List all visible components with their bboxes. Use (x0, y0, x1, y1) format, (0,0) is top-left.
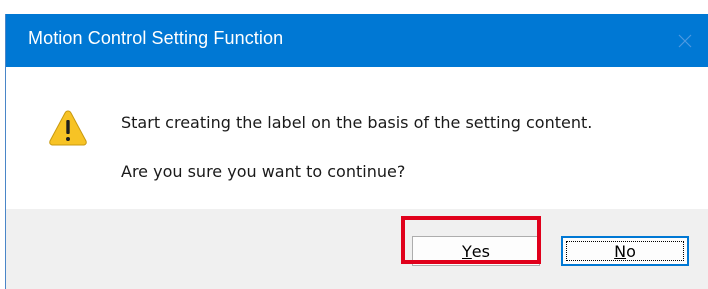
close-icon (678, 34, 692, 47)
focus-rectangle (566, 241, 684, 261)
message-line-1: Start creating the label on the basis of… (121, 113, 593, 132)
button-bar: Yes No (6, 209, 708, 289)
yes-button-mnemonic: Y (462, 241, 472, 261)
warning-icon (49, 110, 87, 146)
dialog-title: Motion Control Setting Function (28, 28, 284, 48)
title-bar[interactable]: Motion Control Setting Function (6, 14, 708, 67)
yes-button[interactable]: Yes (412, 236, 540, 266)
message-line-2: Are you sure you want to continue? (121, 162, 406, 181)
message-dialog: Motion Control Setting Function Start cr… (5, 14, 708, 289)
yes-button-label: es (471, 241, 490, 261)
no-button[interactable]: No (561, 236, 689, 266)
close-button[interactable] (662, 14, 708, 67)
message-area: Start creating the label on the basis of… (6, 67, 708, 209)
screenshot-canvas: Motion Control Setting Function Start cr… (0, 0, 708, 289)
